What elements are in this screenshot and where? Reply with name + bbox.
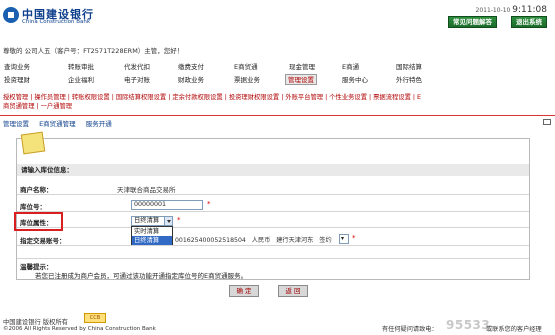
hotline-tail: 或联系您的客户经理 <box>486 326 542 333</box>
subnav-line1[interactable]: 授权管理 | 操作员管理 | 转账权限设置 | 国际结算权限设置 | 定余付款权… <box>3 93 548 102</box>
slot-label: 库位号： <box>20 203 46 211</box>
nav-bills[interactable]: 票据业务 <box>232 75 262 86</box>
member-label: 商户名称： <box>20 186 53 194</box>
attr-option-realtime[interactable]: 实时清算 <box>132 227 172 236</box>
hotline-label: 有任何疑问请致电： <box>382 326 438 333</box>
breadcrumb-etrade[interactable]: E商贸通管理 <box>39 120 76 128</box>
nav-payroll[interactable]: 代发代扣 <box>122 62 152 73</box>
section-title: 请输入库位信息： <box>17 164 529 176</box>
tips-box: 温馨提示： 若您已注册成为商户会员，可通过该功能开通指定库位号的E商贸通服务。 <box>17 258 529 280</box>
account-branch: 建行天津河东 <box>276 237 314 244</box>
required-mark: * <box>177 216 181 224</box>
nav-intl-settlement[interactable]: 国际结算 <box>394 62 424 73</box>
required-mark: * <box>352 234 356 242</box>
attr-dropdown[interactable]: 实时清算 日终清算 <box>131 226 173 245</box>
confirm-button[interactable]: 确 定 <box>229 285 259 297</box>
ccb-logo-icon <box>3 7 19 23</box>
nav-branch-features[interactable]: 外行特色 <box>394 75 424 86</box>
notepad-icon <box>20 131 46 155</box>
annotation-highlight <box>14 212 63 231</box>
nav-cash-mgmt[interactable]: 现金管理 <box>287 62 317 73</box>
attr-select[interactable]: 日终清算 <box>131 216 173 226</box>
nav-ebiz[interactable]: E商通 <box>340 62 361 73</box>
settings-subnav[interactable]: 授权管理 | 操作员管理 | 转账权限设置 | 国际结算权限设置 | 定余付款权… <box>3 93 548 113</box>
page-header: 中国建设银行 China Construction Bank 2011-10-1… <box>0 0 555 42</box>
slot-input[interactable]: 00000001 <box>131 200 203 210</box>
brand-name-en: China Construction Bank <box>22 19 91 25</box>
user-greeting: 尊敬的 公司人五（客户号：FT2571T228ERM）主管，您好！ <box>3 47 184 55</box>
time-text: 9:11:08 <box>512 5 547 15</box>
footer-copyright: ©2006 All Rights Reserved by China Const… <box>3 326 156 332</box>
date-text: 2011-10-10 <box>475 7 511 14</box>
footer-brand: 中国建设银行 版权所有 <box>3 319 68 326</box>
member-row: 商户名称： 天津联合商品交易所 <box>17 181 529 195</box>
ccb-stamp-icon: CCB <box>84 313 106 323</box>
nav-settings[interactable]: 管理设置 <box>285 74 317 85</box>
divider-line <box>0 115 555 116</box>
account-select-arrow[interactable]: ▾ <box>339 234 349 244</box>
chevron-down-icon[interactable] <box>164 217 172 225</box>
main-nav: 查询业务 转账审批 代发代扣 缴费支付 E商贸通 现金管理 E商通 国际结算 投… <box>0 60 555 88</box>
nav-service-center[interactable]: 服务中心 <box>340 75 370 86</box>
nav-payment[interactable]: 缴费支付 <box>176 62 206 73</box>
subnav-line2[interactable]: 商贸通管理 | 一户通管理 <box>3 102 548 111</box>
nav-etrade[interactable]: E商贸通 <box>232 62 260 73</box>
exit-button[interactable]: 退出系统 <box>511 16 547 28</box>
account-row: 指定交易账号： 001625400052518504 人民币 建行天津河东 签约… <box>17 232 529 246</box>
datetime: 2011-10-10 9:11:08 <box>476 5 548 15</box>
member-value: 天津联合商品交易所 <box>117 186 176 194</box>
breadcrumb-service[interactable]: 服务开通 <box>86 120 112 128</box>
account-label: 指定交易账号： <box>20 237 66 245</box>
nav-transfer-approval[interactable]: 转账审批 <box>66 62 96 73</box>
breadcrumb: 管理设置 E商贸通管理 服务开通 <box>3 118 120 128</box>
nav-welfare[interactable]: 企业福利 <box>66 75 96 86</box>
nav-reconciliation[interactable]: 电子对账 <box>122 75 152 86</box>
attr-selected-value: 日终清算 <box>134 217 160 224</box>
back-button[interactable]: 返 回 <box>278 285 308 297</box>
slot-row: 库位号： 00000001 * <box>17 198 529 212</box>
account-type: 签约 <box>319 237 332 244</box>
attr-row: 库位属性： 日终清算 * 实时清算 日终清算 <box>17 214 529 245</box>
tips-text: 若您已注册成为商户会员，可通过该功能开通指定库位号的E商贸通服务。 <box>35 272 248 280</box>
attr-option-endofday[interactable]: 日终清算 <box>132 236 172 245</box>
nav-fiscal[interactable]: 财政业务 <box>176 75 206 86</box>
breadcrumb-settings[interactable]: 管理设置 <box>3 120 29 128</box>
required-mark: * <box>207 200 211 208</box>
hotline-number: 95533 <box>446 318 491 332</box>
print-icon[interactable] <box>543 119 551 125</box>
nav-query[interactable]: 查询业务 <box>2 62 32 73</box>
account-info: 001625400052518504 人民币 建行天津河东 签约 <box>175 235 332 244</box>
account-number: 001625400052518504 <box>175 237 246 244</box>
faq-button[interactable]: 常见问题解答 <box>448 16 497 28</box>
nav-investment[interactable]: 投资理财 <box>2 75 32 86</box>
account-currency: 人民币 <box>251 237 271 244</box>
